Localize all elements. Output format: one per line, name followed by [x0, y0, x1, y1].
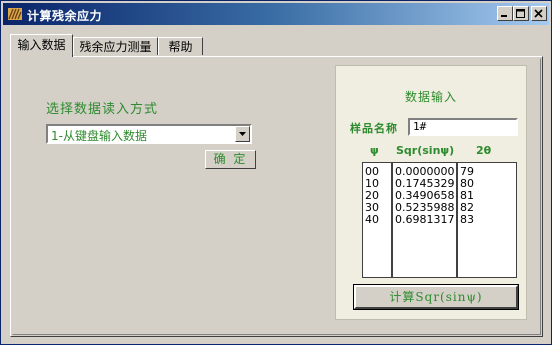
chevron-down-icon [239, 132, 246, 136]
close-button[interactable] [531, 6, 547, 21]
column-header-two-theta: 2θ [476, 144, 492, 157]
window-title: 计算残余应力 [27, 9, 103, 23]
list-item[interactable]: 40 [365, 214, 391, 226]
confirm-button[interactable]: 确 定 [205, 150, 256, 169]
input-method-value: 1-从键盘输入数据 [51, 129, 147, 143]
tab-residual-stress-measure[interactable]: 残余应力测量 [73, 37, 158, 55]
two-theta-list[interactable]: 79 80 81 82 83 [457, 162, 517, 278]
input-method-label: 选择数据读入方式 [46, 102, 159, 117]
calculate-sqr-sin-button[interactable]: 计算Sqr(sinψ) [353, 284, 519, 310]
app-window: 计算残余应力 输入数据 残余应力测量 帮助 选择数据读入方式 1-从键盘输入数据… [0, 0, 552, 345]
psi-list[interactable]: 00 10 20 30 40 [362, 162, 392, 278]
sample-name-label: 样品名称 [350, 122, 398, 135]
title-bar[interactable]: 计算残余应力 [3, 3, 549, 25]
list-item[interactable]: 83 [460, 214, 516, 226]
dropdown-button[interactable] [235, 126, 250, 142]
input-method-select[interactable]: 1-从键盘输入数据 [46, 124, 252, 144]
data-entry-title: 数据输入 [404, 90, 457, 104]
maximize-button[interactable] [513, 6, 529, 21]
tab-help[interactable]: 帮助 [158, 37, 203, 55]
minimize-icon [501, 15, 507, 17]
sqr-sin-list[interactable]: 0.0000000 0.1745329 0.3490658 0.5235988 … [392, 162, 457, 278]
column-header-psi: ψ [370, 144, 379, 157]
close-icon [534, 9, 543, 18]
tab-input-data[interactable]: 输入数据 [10, 34, 73, 57]
column-header-sqr-sin: Sqr(sinψ) [396, 144, 455, 157]
sample-name-input[interactable]: 1# [408, 118, 518, 136]
data-entry-panel: 数据输入 样品名称 1# ψ Sqr(sinψ) 2θ 00 10 20 30 … [335, 65, 527, 320]
minimize-button[interactable] [497, 6, 513, 21]
app-icon [8, 8, 22, 20]
maximize-icon [516, 9, 525, 18]
list-item[interactable]: 0.6981317 [395, 214, 456, 226]
